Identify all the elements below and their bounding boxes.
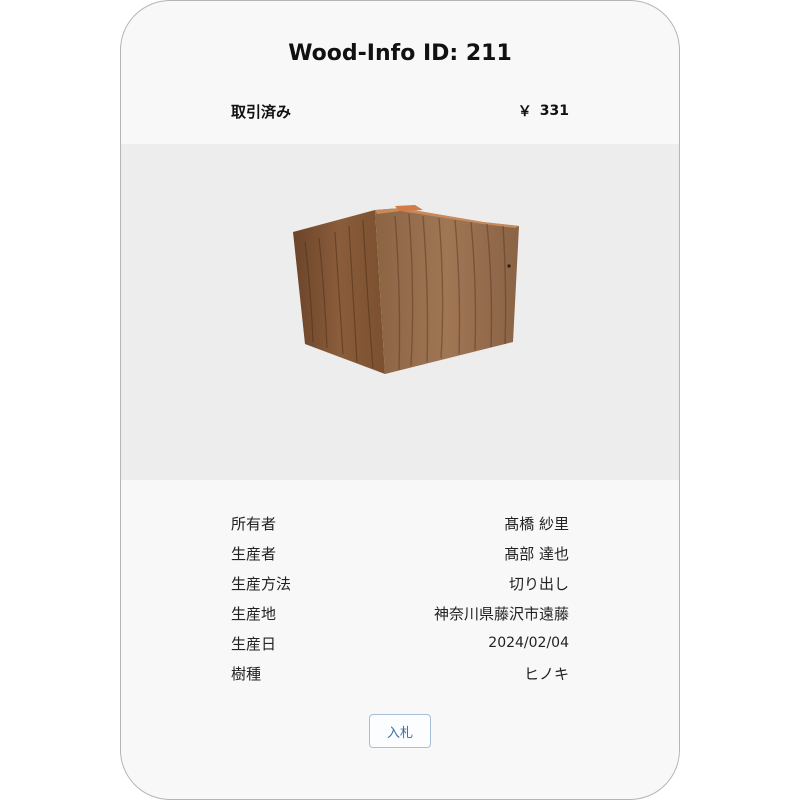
details-table: 所有者 髙橋 紗里 生産者 髙部 達也 生産方法 切り出し 生産地 神奈川県藤沢… [231, 508, 569, 688]
currency-symbol: ￥ [517, 104, 532, 120]
status-price-row: 取引済み ￥ 331 [231, 100, 569, 122]
detail-row-method: 生産方法 切り出し [231, 568, 569, 598]
detail-value: 2024/02/04 [488, 635, 569, 651]
price: ￥ 331 [518, 101, 569, 121]
detail-label: 生産日 [231, 634, 277, 653]
detail-value: ヒノキ [523, 664, 569, 683]
detail-label: 生産方法 [231, 574, 292, 593]
detail-row-owner: 所有者 髙橋 紗里 [231, 508, 569, 538]
detail-label: 所有者 [231, 514, 277, 533]
detail-value: 神奈川県藤沢市遠藤 [433, 604, 569, 623]
bid-button[interactable]: 入札 [369, 714, 431, 748]
price-value: 331 [539, 103, 569, 119]
wood-block-image [293, 205, 519, 374]
detail-value: 髙橋 紗里 [504, 514, 569, 533]
detail-label: 生産者 [231, 544, 277, 563]
detail-value: 髙部 達也 [504, 544, 569, 563]
detail-row-species: 樹種 ヒノキ [231, 658, 569, 688]
detail-row-location: 生産地 神奈川県藤沢市遠藤 [231, 598, 569, 628]
detail-row-date: 生産日 2024/02/04 [231, 628, 569, 658]
detail-label: 生産地 [231, 604, 277, 623]
wood-info-card: Wood-Info ID: 211 取引済み ￥ 331 所有者 髙橋 紗里 生… [120, 0, 680, 800]
detail-value: 切り出し [508, 574, 569, 593]
card-title: Wood-Info ID: 211 [288, 41, 512, 66]
detail-row-producer: 生産者 髙部 達也 [231, 538, 569, 568]
detail-label: 樹種 [231, 664, 262, 683]
status-label: 取引済み [231, 102, 292, 121]
wood-image-area [121, 144, 679, 480]
